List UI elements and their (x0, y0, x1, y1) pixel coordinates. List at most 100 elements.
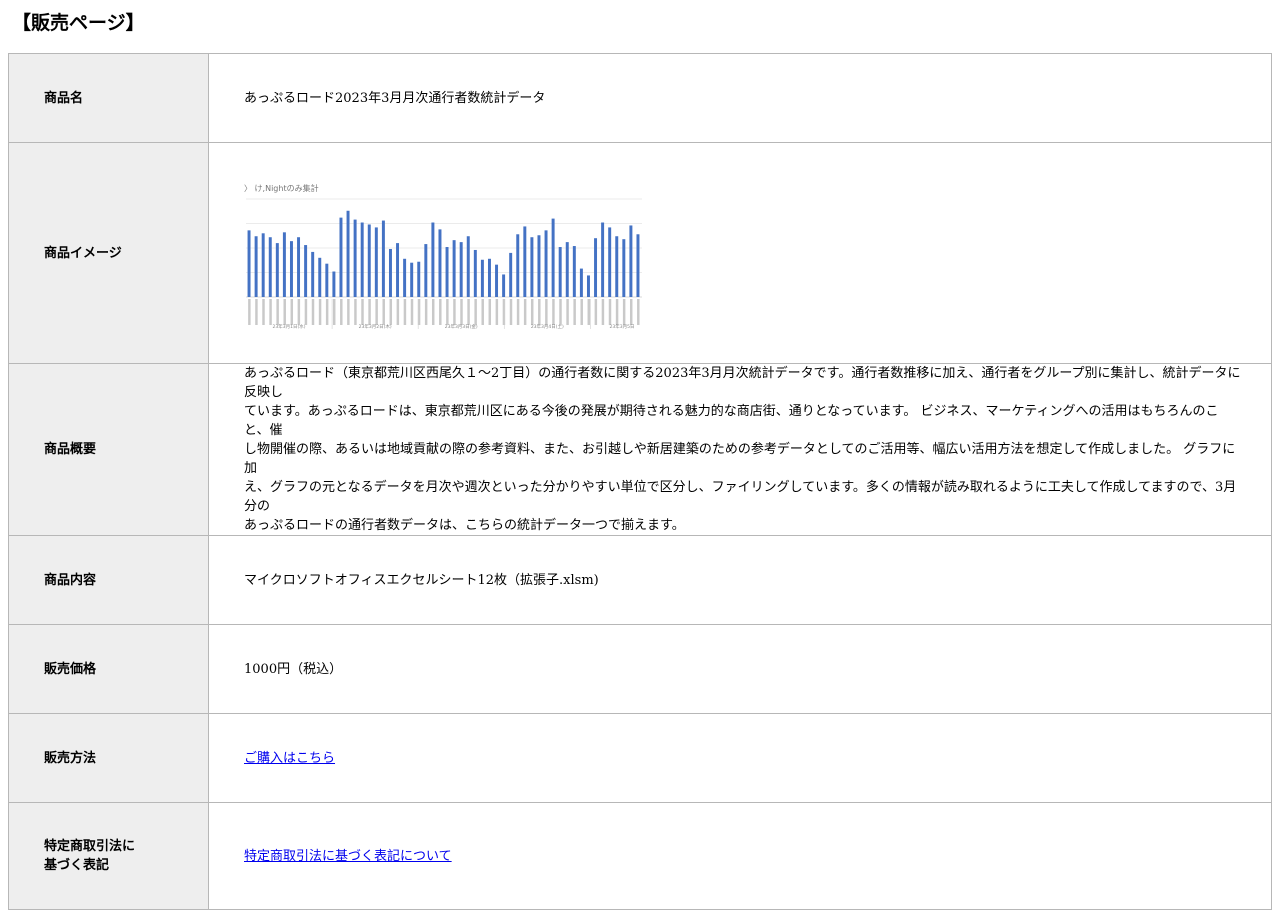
thumbnail-bar (495, 264, 499, 297)
product-summary-value: あっぷるロード（東京都荒川区西尾久１～2丁目）の通行者数に関する2023年3月月… (208, 363, 1272, 536)
thumbnail-bar (268, 237, 272, 297)
table-row: 販売方法 ご購入はこちら (8, 713, 1272, 803)
thumbnail-bar (622, 239, 626, 297)
label-price: 販売価格 (8, 624, 209, 714)
thumbnail-tick-label (304, 299, 308, 325)
thumbnail-bar (438, 229, 442, 297)
commercial-law-link[interactable]: 特定商取引法に基づく表記について (244, 849, 452, 864)
summary-line: え、グラフの元となるデータを月次や週次といった分かりやすい単位で区分し、ファイリ… (244, 480, 1237, 514)
thumbnail-bar (374, 227, 378, 297)
thumbnail-bar (431, 222, 435, 297)
thumbnail-bar (516, 234, 520, 297)
thumbnail-bar (275, 243, 279, 297)
thumbnail-tick-label (396, 299, 400, 325)
product-name-value: あっぷるロード2023年3月月次通行者数統計データ (208, 53, 1272, 143)
thumbnail-tick-label (290, 299, 294, 325)
sales-method-cell: ご購入はこちら (208, 713, 1272, 803)
thumbnail-bar (480, 259, 484, 297)
label-commercial-law: 特定商取引法に 基づく表記 (8, 802, 209, 910)
thumbnail-bar (297, 237, 301, 297)
thumbnail-bar (579, 268, 583, 297)
thumbnail-bar (360, 222, 364, 297)
thumbnail-tick-label (368, 299, 371, 325)
thumbnail-bar (403, 258, 407, 297)
thumbnail-tick-label (615, 299, 619, 325)
thumbnail-bar (502, 274, 506, 297)
thumbnail-bar (523, 226, 527, 297)
thumbnail-tick-label (545, 299, 548, 325)
thumbnail-bar (381, 220, 385, 297)
thumbnail-tick-label (629, 299, 633, 325)
thumbnail-bar (325, 263, 329, 297)
thumbnail-tick-marks (248, 299, 640, 325)
thumbnail-tick-label (311, 299, 315, 325)
table-row: 商品イメージ 〉 け,Nightのみ集計 23年3月1日(水) 23年3月2日(木… (8, 142, 1272, 364)
thumbnail-bar (558, 247, 562, 297)
thumbnail-tick-label (523, 299, 527, 325)
thumbnail-tick-label (332, 299, 336, 325)
thumbnail-bar (417, 261, 421, 297)
thumbnail-tick-label (439, 299, 442, 325)
thumbnail-bar (452, 240, 456, 297)
thumbnail-tick-label (587, 299, 591, 325)
purchase-link[interactable]: ご購入はこちら (244, 751, 335, 766)
thumbnail-bar (289, 241, 293, 297)
thumbnail-tick-label (552, 299, 555, 325)
page-title: 【販売ページ】 (12, 12, 145, 34)
thumbnail-tick-label (509, 299, 513, 325)
thumbnail-tick-label (431, 299, 435, 325)
thumbnail-bar (247, 230, 251, 297)
thumbnail-tick-label (375, 299, 378, 325)
thumbnail-bar (304, 245, 308, 297)
thumbnail-tick-label (559, 299, 562, 325)
thumbnail-tick-label (453, 299, 456, 325)
thumbnail-bar (537, 235, 541, 297)
thumbnail-bar (551, 218, 555, 297)
thumbnail-tick-label (382, 299, 385, 325)
thumbnail-tick-label (276, 299, 279, 325)
thumbnail-tick-label (283, 299, 286, 325)
thumbnail-tick-label (622, 299, 626, 325)
thumbnail-bar (282, 232, 286, 297)
thumbnail-bar (254, 236, 258, 297)
thumbnail-tick-label (460, 299, 463, 325)
summary-line: あっぷるロードの通行者数データは、こちらの統計データ一つで揃えます。 (244, 518, 685, 533)
thumbnail-bar (509, 252, 513, 297)
thumbnail-tick-label (516, 299, 520, 325)
thumbnail-tick-label (424, 299, 428, 325)
thumbnail-bar (339, 217, 343, 297)
label-product-name: 商品名 (8, 53, 209, 143)
summary-line: ています。あっぷるロードは、東京都荒川区にある今後の発展が期待される魅力的な商店… (244, 404, 1219, 438)
product-image-thumbnail: 〉 け,Nightのみ集計 23年3月1日(水) 23年3月2日(木) 23年3月3… (244, 183, 642, 329)
thumbnail-tick-label (361, 299, 364, 325)
thumbnail-tick-label (354, 299, 357, 325)
thumbnail-tick-label (502, 299, 506, 325)
label-product-image: 商品イメージ (8, 142, 209, 364)
product-info-table: 商品名 あっぷるロード2023年3月月次通行者数統計データ 商品イメージ 〉 け… (8, 53, 1272, 910)
thumbnail-bar (636, 234, 640, 297)
thumbnail-tick-label (474, 299, 477, 325)
thumbnail-bar (353, 219, 357, 297)
thumbnail-tick-label (538, 299, 541, 325)
thumbnail-bar (332, 271, 336, 297)
thumbnail-bar (565, 242, 569, 297)
thumbnail-tick-label (248, 299, 251, 325)
thumbnail-tick-label (467, 299, 470, 325)
label-line: 特定商取引法に (44, 839, 136, 854)
label-product-content: 商品内容 (8, 535, 209, 625)
thumbnail-bar (608, 227, 612, 297)
label-line: 基づく表記 (44, 858, 110, 873)
table-row: 商品内容 マイクロソフトオフィスエクセルシート12枚（拡張子.xlsm) (8, 535, 1272, 625)
thumbnail-bar (530, 237, 534, 297)
thumbnail-tick-label (340, 299, 343, 325)
thumbnail-bar (466, 236, 470, 297)
thumbnail-bar (318, 257, 322, 297)
price-value: 1000円（税込） (208, 624, 1272, 714)
table-row: 商品名 あっぷるロード2023年3月月次通行者数統計データ (8, 53, 1272, 143)
thumbnail-tick-label (608, 299, 612, 325)
table-row: 商品概要 あっぷるロード（東京都荒川区西尾久１～2丁目）の通行者数に関する202… (8, 363, 1272, 536)
thumbnail-tick-label (530, 299, 534, 325)
thumbnail-tick-label (297, 299, 301, 325)
product-content-value: マイクロソフトオフィスエクセルシート12枚（拡張子.xlsm) (208, 535, 1272, 625)
thumbnail-bar (601, 222, 605, 297)
